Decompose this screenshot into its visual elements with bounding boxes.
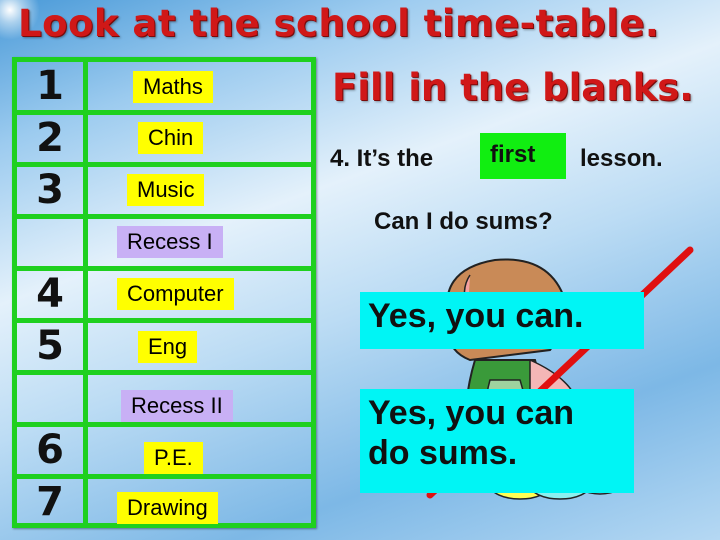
column-divider (83, 62, 88, 523)
answer-short: Yes, you can. (360, 292, 644, 349)
period-number: 6 (36, 427, 64, 473)
question-text: Can I do sums? (374, 208, 553, 235)
period-number: 1 (36, 63, 64, 109)
period-number: 2 (36, 115, 64, 161)
subject-label: Drawing (117, 492, 218, 524)
timetable: 1 2 3 4 5 6 7 Maths Chin Music Recess I … (12, 57, 316, 528)
subject-label: Computer (117, 278, 234, 310)
recess-label: Recess I (117, 226, 223, 258)
subject-label: P.E. (144, 442, 203, 474)
period-number: 7 (36, 479, 64, 525)
subject-label: Maths (133, 71, 213, 103)
period-number: 4 (36, 271, 64, 317)
subject-label: Chin (138, 122, 204, 154)
answer-long-line2: do sums. (368, 434, 518, 472)
period-number: 3 (36, 167, 64, 213)
slide-title: Look at the school time-table. (18, 2, 660, 45)
fill-blank-answer[interactable]: first (480, 133, 566, 179)
recess-label: Recess II (121, 390, 233, 422)
answer-long: Yes, you can do sums. (360, 389, 634, 493)
subject-label: Eng (138, 331, 198, 363)
exercise-prefix: 4. It’s the (330, 145, 434, 172)
slide-subtitle: Fill in the blanks. (332, 66, 694, 109)
answer-long-line1: Yes, you can (368, 394, 574, 432)
answer-short-text: Yes, you can. (368, 297, 584, 335)
exercise-suffix: lesson. (580, 145, 663, 172)
subject-label: Music (127, 174, 205, 206)
period-number: 5 (36, 323, 64, 369)
